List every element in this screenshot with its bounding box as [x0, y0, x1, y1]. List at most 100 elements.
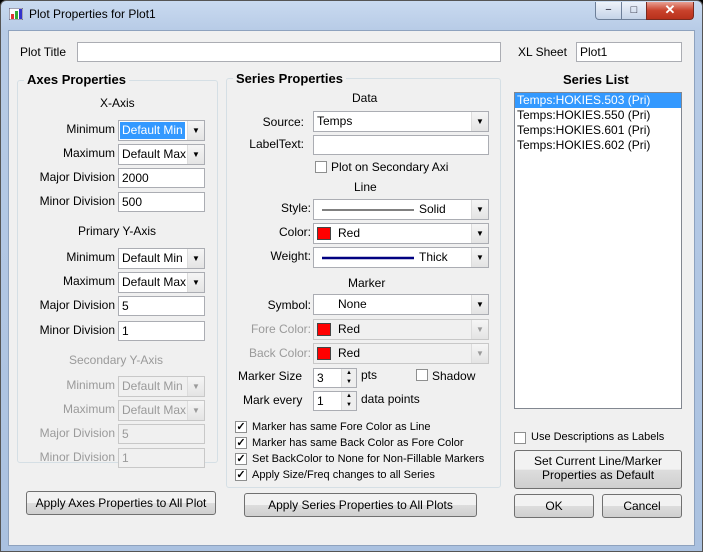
sy-minor-input: 1 [118, 448, 205, 468]
marker-size-stepper[interactable]: 3 ▲ ▼ [313, 368, 357, 388]
py-minimum-label: Minimum [66, 250, 115, 264]
py-maximum-combo[interactable]: Default Max ▼ [118, 272, 205, 293]
secondary-axis-label: Plot on Secondary Axi [331, 160, 449, 174]
spin-up-icon[interactable]: ▲ [341, 369, 356, 378]
mark-every-stepper[interactable]: 1 ▲ ▼ [313, 391, 357, 411]
secondary-y-heading: Secondary Y-Axis [69, 353, 164, 367]
secondary-axis-checkbox[interactable] [315, 161, 327, 173]
py-minor-label: Minor Division [39, 323, 115, 337]
use-descriptions-checkbox[interactable] [514, 432, 526, 444]
chevron-down-icon[interactable]: ▼ [187, 121, 204, 140]
same-back-color-checkbox[interactable]: ✓ [235, 437, 247, 449]
x-maximum-label: Maximum [62, 146, 115, 160]
ok-button[interactable]: OK [514, 494, 594, 518]
close-button[interactable]: ✕ [646, 2, 694, 20]
primary-y-heading: Primary Y-Axis [78, 224, 157, 238]
symbol-combo[interactable]: None ▼ [313, 294, 489, 315]
fore-color-combo: Red ▼ [313, 319, 489, 340]
series-list-heading: Series List [563, 72, 629, 87]
set-default-line1: Set Current Line/Marker [533, 454, 663, 468]
sy-major-input: 5 [118, 424, 205, 444]
set-default-line2: Properties as Default [541, 468, 655, 482]
mark-every-value: 1 [317, 394, 324, 408]
plot-title-input[interactable] [77, 42, 501, 62]
spin-up-icon[interactable]: ▲ [341, 392, 356, 401]
weight-label: Weight: [270, 249, 311, 263]
source-combo[interactable]: Temps ▼ [313, 111, 489, 132]
set-default-button[interactable]: Set Current Line/Marker Properties as De… [514, 450, 682, 489]
py-minor-input[interactable]: 1 [118, 321, 205, 341]
list-item[interactable]: Temps:HOKIES.602 (Pri) [515, 138, 681, 153]
chevron-down-icon[interactable]: ▼ [471, 248, 488, 267]
back-color-value: Red [338, 346, 361, 360]
fore-color-value: Red [338, 322, 361, 336]
data-heading: Data [352, 91, 378, 105]
series-listbox[interactable]: Temps:HOKIES.503 (Pri) Temps:HOKIES.550 … [514, 92, 682, 409]
chevron-down-icon[interactable]: ▼ [187, 273, 204, 292]
shadow-checkbox[interactable] [416, 369, 428, 381]
maximize-button[interactable]: □ [621, 2, 647, 20]
label-text-input[interactable] [313, 135, 489, 155]
apply-size-freq-checkbox[interactable]: ✓ [235, 469, 247, 481]
x-axis-heading: X-Axis [100, 96, 135, 110]
chevron-down-icon[interactable]: ▼ [187, 145, 204, 164]
x-minimum-combo[interactable]: Default Min ▼ [118, 120, 205, 141]
mark-every-label: Mark every [243, 393, 303, 407]
sy-maximum-combo: Default Max ▼ [118, 400, 205, 421]
list-item[interactable]: Temps:HOKIES.601 (Pri) [515, 123, 681, 138]
sy-maximum-value: Default Max [122, 403, 187, 417]
style-combo[interactable]: Solid ▼ [313, 199, 489, 220]
symbol-value: None [338, 297, 367, 311]
source-label: Source: [262, 115, 304, 129]
apply-series-button[interactable]: Apply Series Properties to All Plots [244, 493, 477, 517]
shadow-label: Shadow [432, 369, 476, 383]
spin-down-icon[interactable]: ▼ [341, 378, 356, 387]
same-fore-color-checkbox[interactable]: ✓ [235, 421, 247, 433]
x-minor-input[interactable]: 500 [118, 192, 205, 212]
list-item[interactable]: Temps:HOKIES.503 (Pri) [515, 93, 681, 108]
cancel-button[interactable]: Cancel [602, 494, 682, 518]
chevron-down-icon[interactable]: ▼ [471, 224, 488, 243]
mark-every-unit: data points [361, 392, 420, 406]
same-fore-color-label: Marker has same Fore Color as Line [252, 421, 431, 433]
source-value: Temps [317, 114, 353, 128]
symbol-label: Symbol: [267, 298, 311, 312]
style-value: Solid [419, 202, 446, 216]
chevron-down-icon[interactable]: ▼ [187, 249, 204, 268]
back-color-label: Back Color: [248, 346, 311, 360]
list-item[interactable]: Temps:HOKIES.550 (Pri) [515, 108, 681, 123]
title-bar[interactable]: Plot Properties for Plot1 − □ ✕ [1, 1, 702, 29]
backcolor-none-checkbox[interactable]: ✓ [235, 453, 247, 465]
marker-size-value: 3 [317, 371, 324, 385]
back-color-swatch [317, 347, 331, 360]
spin-down-icon[interactable]: ▼ [341, 401, 356, 410]
fore-color-swatch [317, 323, 331, 336]
apply-size-freq-label: Apply Size/Freq changes to all Series [252, 469, 435, 481]
marker-size-unit: pts [361, 368, 378, 382]
chevron-down-icon[interactable]: ▼ [471, 295, 488, 314]
x-major-input[interactable]: 2000 [118, 168, 205, 188]
chevron-down-icon: ▼ [187, 377, 204, 396]
x-maximum-combo[interactable]: Default Max ▼ [118, 144, 205, 165]
py-maximum-value: Default Max [122, 275, 187, 289]
xl-sheet-input[interactable]: Plot1 [576, 42, 682, 62]
x-major-label: Major Division [39, 170, 115, 184]
chevron-down-icon[interactable]: ▼ [471, 200, 488, 219]
minimize-button[interactable]: − [595, 2, 622, 20]
weight-combo[interactable]: Thick ▼ [313, 247, 489, 268]
py-minimum-value: Default Min [122, 251, 183, 265]
chevron-down-icon[interactable]: ▼ [471, 112, 488, 131]
py-maximum-label: Maximum [62, 274, 115, 288]
app-icon [9, 8, 23, 20]
fore-color-label: Fore Color: [250, 322, 311, 336]
py-minimum-combo[interactable]: Default Min ▼ [118, 248, 205, 269]
backcolor-none-label: Set BackColor to None for Non-Fillable M… [252, 453, 485, 465]
color-combo[interactable]: Red ▼ [313, 223, 489, 244]
py-major-input[interactable]: 5 [118, 296, 205, 316]
sy-minimum-combo: Default Min ▼ [118, 376, 205, 397]
thick-line-sample [322, 256, 414, 260]
apply-axes-button[interactable]: Apply Axes Properties to All Plot [26, 491, 216, 515]
dialog-body: Plot Title XL Sheet Plot1 Axes Propertie… [8, 30, 695, 546]
marker-size-label: Marker Size [238, 369, 303, 383]
marker-heading: Marker [348, 276, 386, 290]
